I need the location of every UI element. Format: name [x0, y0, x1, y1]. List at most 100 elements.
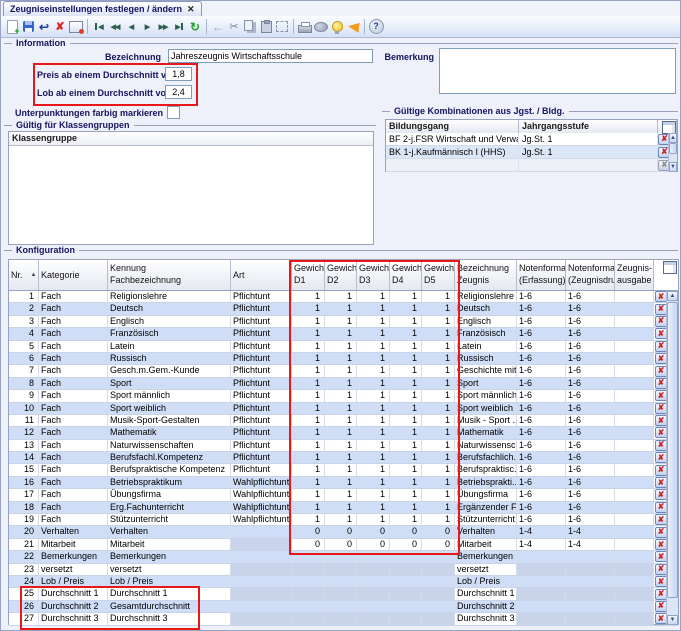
cell-nf-druck[interactable]: 1-6: [566, 452, 615, 463]
cell-ausgabe[interactable]: [615, 440, 654, 451]
cell-kennung[interactable]: Religionslehre: [108, 291, 231, 302]
cell-d5[interactable]: 1: [422, 328, 455, 339]
cell-kategorie[interactable]: Bemerkungen: [39, 551, 108, 562]
unterpunktungen-checkbox[interactable]: [167, 106, 180, 119]
cell-jahrgangsstufe[interactable]: [519, 159, 658, 172]
header-d2[interactable]: GewichtD2: [325, 260, 357, 290]
cell-d4[interactable]: 1: [390, 415, 422, 426]
cell-art[interactable]: [231, 576, 292, 587]
cell-kategorie[interactable]: Durchschnitt 3: [39, 613, 108, 624]
cell-d4[interactable]: 1: [390, 514, 422, 525]
cell-nr[interactable]: 17: [9, 489, 39, 500]
cell-bezeichnung[interactable]: Lob / Preis: [455, 576, 517, 587]
undo-icon[interactable]: ↩: [37, 19, 52, 35]
cell-nr[interactable]: 13: [9, 440, 39, 451]
cell-d3[interactable]: [357, 613, 390, 624]
cell-d2[interactable]: [325, 576, 357, 587]
cell-nr[interactable]: 24: [9, 576, 39, 587]
cell-art[interactable]: Pflichtunt: [231, 291, 292, 302]
cell-nf-erfassung[interactable]: [517, 576, 566, 587]
cell-d2[interactable]: 1: [325, 341, 357, 352]
klassengruppe-column-header[interactable]: Klassengruppe: [9, 132, 373, 146]
tab-zeugniseinstellungen[interactable]: Zeugniseinstellungen festlegen / ändern✕: [3, 1, 202, 16]
cell-bezeichnung[interactable]: versetzt: [455, 564, 517, 575]
cell-nf-erfassung[interactable]: 1-6: [517, 403, 566, 414]
cell-d2[interactable]: 1: [325, 514, 357, 525]
cell-d5[interactable]: 1: [422, 464, 455, 475]
cell-nf-druck[interactable]: 1-6: [566, 328, 615, 339]
cell-d1[interactable]: 1: [292, 440, 325, 451]
header-bildungsgang[interactable]: Bildungsgang: [386, 120, 519, 133]
cell-jahrgangsstufe[interactable]: Jg.St. 1: [519, 146, 658, 159]
hint-icon[interactable]: [330, 19, 345, 35]
cell-ausgabe[interactable]: [615, 489, 654, 500]
cell-d1[interactable]: 1: [292, 464, 325, 475]
cell-kennung[interactable]: Naturwissenschaften: [108, 440, 231, 451]
cell-ausgabe[interactable]: [615, 390, 654, 401]
cell-d1[interactable]: 0: [292, 526, 325, 537]
cell-kennung[interactable]: Sport weiblich: [108, 403, 231, 414]
cell-kategorie[interactable]: Fach: [39, 464, 108, 475]
print-preview-icon[interactable]: [314, 19, 329, 35]
tab-close-icon[interactable]: ✕: [187, 4, 195, 14]
cell-ausgabe[interactable]: [615, 341, 654, 352]
cell-kategorie[interactable]: Fach: [39, 489, 108, 500]
cell-bildungsgang[interactable]: [386, 159, 519, 172]
scroll-thumb[interactable]: [667, 302, 678, 598]
cell-d1[interactable]: 1: [292, 489, 325, 500]
refresh-icon[interactable]: ↻: [188, 19, 203, 35]
cell-d4[interactable]: [390, 601, 422, 612]
cell-nr[interactable]: 26: [9, 601, 39, 612]
cell-nf-druck[interactable]: 1-4: [566, 526, 615, 537]
cell-nr[interactable]: 1: [9, 291, 39, 302]
cell-kategorie[interactable]: Fach: [39, 477, 108, 488]
cell-d4[interactable]: 1: [390, 365, 422, 376]
cell-nf-druck[interactable]: [566, 551, 615, 562]
cell-d4[interactable]: 0: [390, 526, 422, 537]
cell-nf-erfassung[interactable]: 1-4: [517, 526, 566, 537]
cell-ausgabe[interactable]: [615, 477, 654, 488]
cell-ausgabe[interactable]: [615, 427, 654, 438]
cell-d2[interactable]: 1: [325, 403, 357, 414]
cell-kategorie[interactable]: Fach: [39, 378, 108, 389]
cell-nf-druck[interactable]: 1-6: [566, 464, 615, 475]
cell-ausgabe[interactable]: [615, 328, 654, 339]
cell-nr[interactable]: 10: [9, 403, 39, 414]
cell-d1[interactable]: 1: [292, 328, 325, 339]
cell-bezeichnung[interactable]: Berufsfachlich...: [455, 452, 517, 463]
cell-d5[interactable]: 1: [422, 390, 455, 401]
cell-d1[interactable]: 0: [292, 539, 325, 550]
cell-art[interactable]: Pflichtunt: [231, 403, 292, 414]
cell-kennung[interactable]: Mathematik: [108, 427, 231, 438]
cell-d5[interactable]: 1: [422, 403, 455, 414]
cell-kategorie[interactable]: Fach: [39, 353, 108, 364]
cell-d3[interactable]: 1: [357, 341, 390, 352]
cell-kategorie[interactable]: versetzt: [39, 564, 108, 575]
cell-d3[interactable]: 1: [357, 514, 390, 525]
cell-kennung[interactable]: Verhalten: [108, 526, 231, 537]
cell-kennung[interactable]: Durchschnitt 3: [108, 613, 231, 624]
konfiguration-scrollbar[interactable]: ▲ ▼: [666, 291, 678, 625]
cell-d5[interactable]: 1: [422, 489, 455, 500]
cell-bezeichnung[interactable]: Durchschnitt 3: [455, 613, 517, 624]
cell-d2[interactable]: 1: [325, 303, 357, 314]
cell-art[interactable]: [231, 588, 292, 599]
cell-nr[interactable]: 9: [9, 390, 39, 401]
cell-kategorie[interactable]: Fach: [39, 291, 108, 302]
cell-d3[interactable]: 1: [357, 452, 390, 463]
cell-kategorie[interactable]: Fach: [39, 427, 108, 438]
cell-d2[interactable]: [325, 564, 357, 575]
cell-nf-druck[interactable]: 1-6: [566, 427, 615, 438]
cell-nf-druck[interactable]: 1-6: [566, 403, 615, 414]
cell-d1[interactable]: 1: [292, 452, 325, 463]
cell-ausgabe[interactable]: [615, 539, 654, 550]
cell-d1[interactable]: [292, 551, 325, 562]
header-nf-erfassung[interactable]: Notenformat(Erfassung): [517, 260, 566, 290]
cell-nf-druck[interactable]: 1-6: [566, 489, 615, 500]
cell-d1[interactable]: 1: [292, 427, 325, 438]
cell-ausgabe[interactable]: [615, 353, 654, 364]
cell-nf-druck[interactable]: 1-6: [566, 291, 615, 302]
cell-nf-druck[interactable]: 1-6: [566, 415, 615, 426]
cell-d4[interactable]: 1: [390, 316, 422, 327]
cell-kennung[interactable]: Durchschnitt 1: [108, 588, 231, 599]
